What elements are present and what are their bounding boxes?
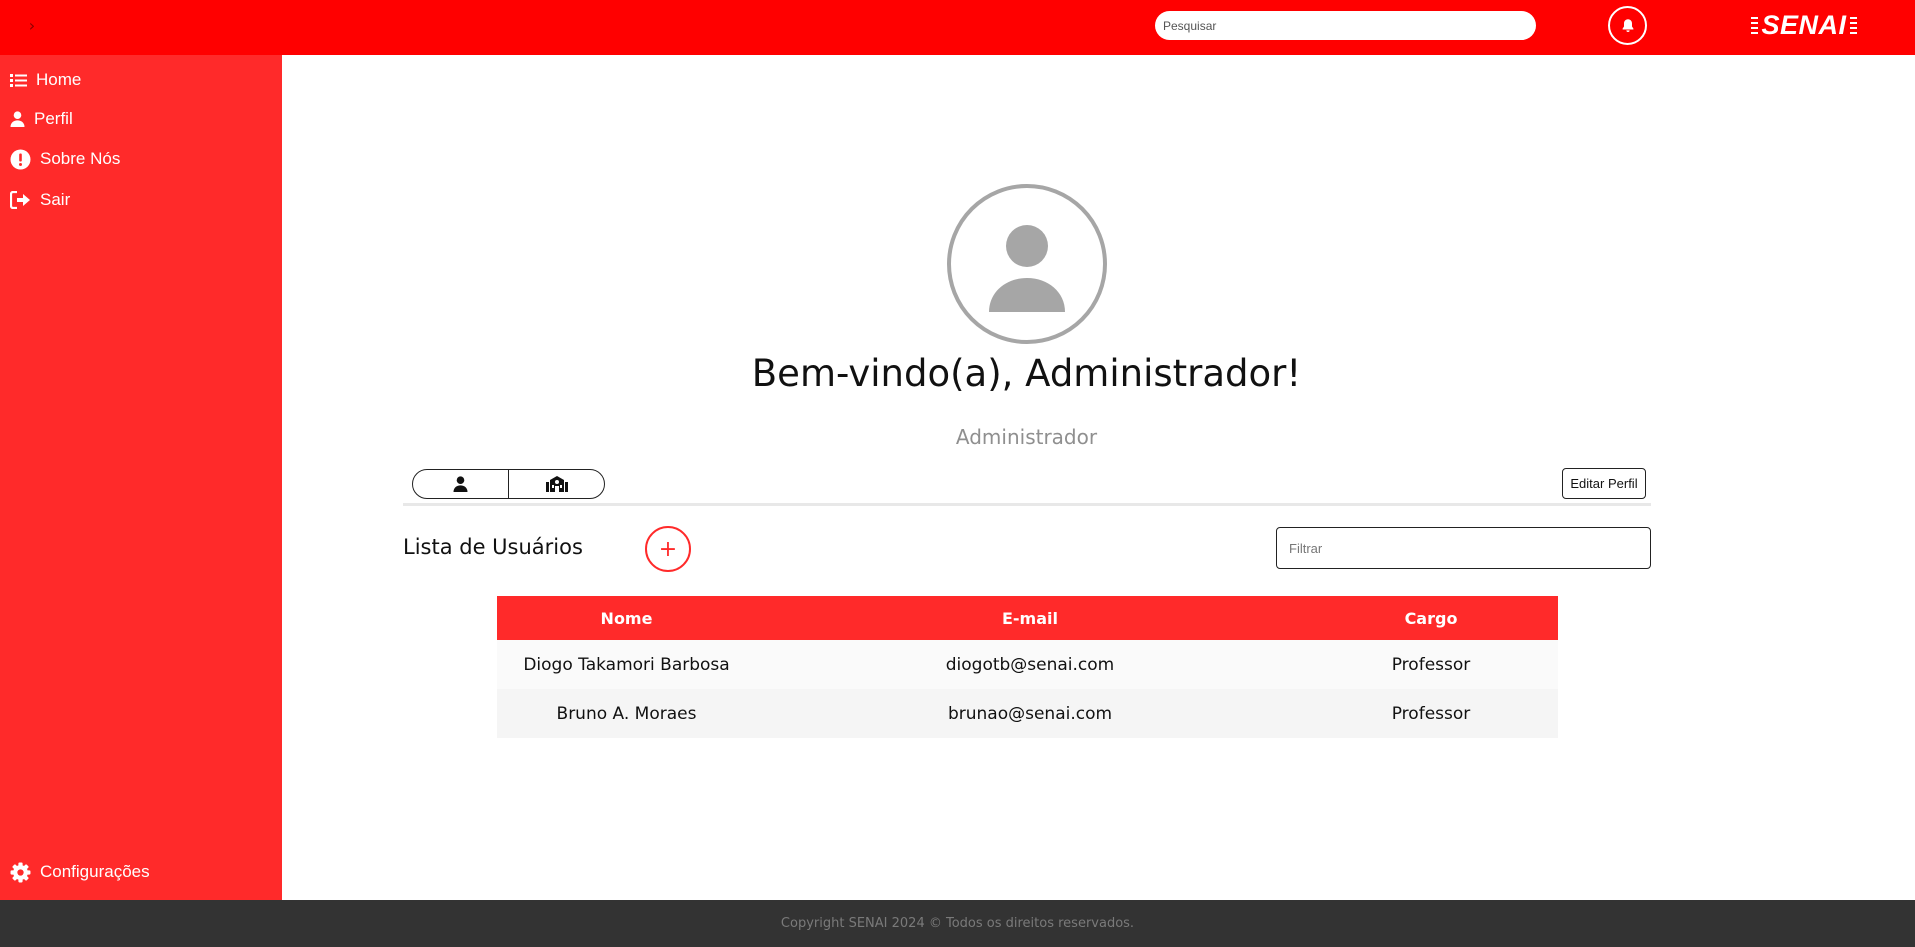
logo-stripes-right — [1849, 16, 1857, 34]
sidebar-toggle-button[interactable]: › — [22, 14, 42, 38]
sidebar-item-sair[interactable]: Sair — [10, 187, 70, 213]
footer: Copyright SENAI 2024 © Todos os direitos… — [0, 900, 1915, 947]
logo-text: SENAI — [1761, 10, 1847, 40]
sidebar-item-sobre-nos[interactable]: Sobre Nós — [10, 146, 120, 172]
bell-icon — [1622, 19, 1633, 32]
sidebar-item-label: Sobre Nós — [40, 149, 121, 168]
top-bar: › SENAI — [0, 0, 1915, 55]
cell-nome: Bruno A. Moraes — [497, 689, 756, 738]
sign-out-icon — [10, 191, 30, 209]
cell-cargo: Professor — [1304, 640, 1558, 689]
sidebar-item-label: Perfil — [34, 109, 73, 128]
table-row[interactable]: Bruno A. Moraes brunao@senai.com Profess… — [497, 689, 1558, 738]
column-header-cargo: Cargo — [1304, 596, 1558, 640]
user-role: Administrador — [955, 425, 1098, 449]
users-table: Nome E-mail Cargo Diogo Takamori Barbosa… — [497, 596, 1558, 738]
senai-logo: SENAI — [1748, 9, 1860, 41]
sidebar-item-perfil[interactable]: Perfil — [10, 106, 73, 132]
table-header-row: Nome E-mail Cargo — [497, 596, 1558, 640]
user-icon — [10, 111, 25, 127]
sidebar-item-configuracoes[interactable]: Configurações — [10, 859, 150, 885]
divider — [403, 503, 1651, 506]
tab-school[interactable] — [508, 470, 604, 498]
users-list-title: Lista de Usuários — [403, 535, 583, 559]
notifications-button[interactable] — [1608, 6, 1647, 45]
gear-icon — [10, 862, 31, 882]
edit-profile-button[interactable]: Editar Perfil — [1562, 468, 1646, 499]
logo-stripes-left — [1751, 16, 1759, 34]
list-icon — [10, 73, 27, 87]
welcome-heading: Bem-vindo(a), Administrador! — [751, 352, 1302, 395]
exclamation-circle-icon — [10, 149, 31, 169]
cell-nome: Diogo Takamori Barbosa — [497, 640, 756, 689]
cell-email: diogotb@senai.com — [756, 640, 1304, 689]
user-avatar-icon — [989, 225, 1065, 312]
avatar — [947, 184, 1107, 344]
column-header-email: E-mail — [756, 596, 1304, 640]
table-row[interactable]: Diogo Takamori Barbosa diogotb@senai.com… — [497, 640, 1558, 689]
add-user-button[interactable]: + — [645, 526, 691, 572]
profile-tabs — [412, 469, 605, 499]
cell-email: brunao@senai.com — [756, 689, 1304, 738]
cell-cargo: Professor — [1304, 689, 1558, 738]
user-icon — [453, 476, 468, 492]
sidebar-item-label: Sair — [40, 190, 71, 209]
filter-input[interactable] — [1276, 527, 1651, 569]
sidebar-item-label: Configurações — [40, 862, 150, 881]
column-header-nome: Nome — [497, 596, 756, 640]
sidebar-item-label: Home — [36, 70, 82, 89]
sidebar: Home Perfil Sobre Nós Sair Configurações — [0, 55, 282, 900]
search-input[interactable] — [1155, 11, 1536, 40]
school-icon — [545, 476, 568, 492]
tab-users[interactable] — [413, 470, 508, 498]
sidebar-item-home[interactable]: Home — [10, 67, 81, 93]
